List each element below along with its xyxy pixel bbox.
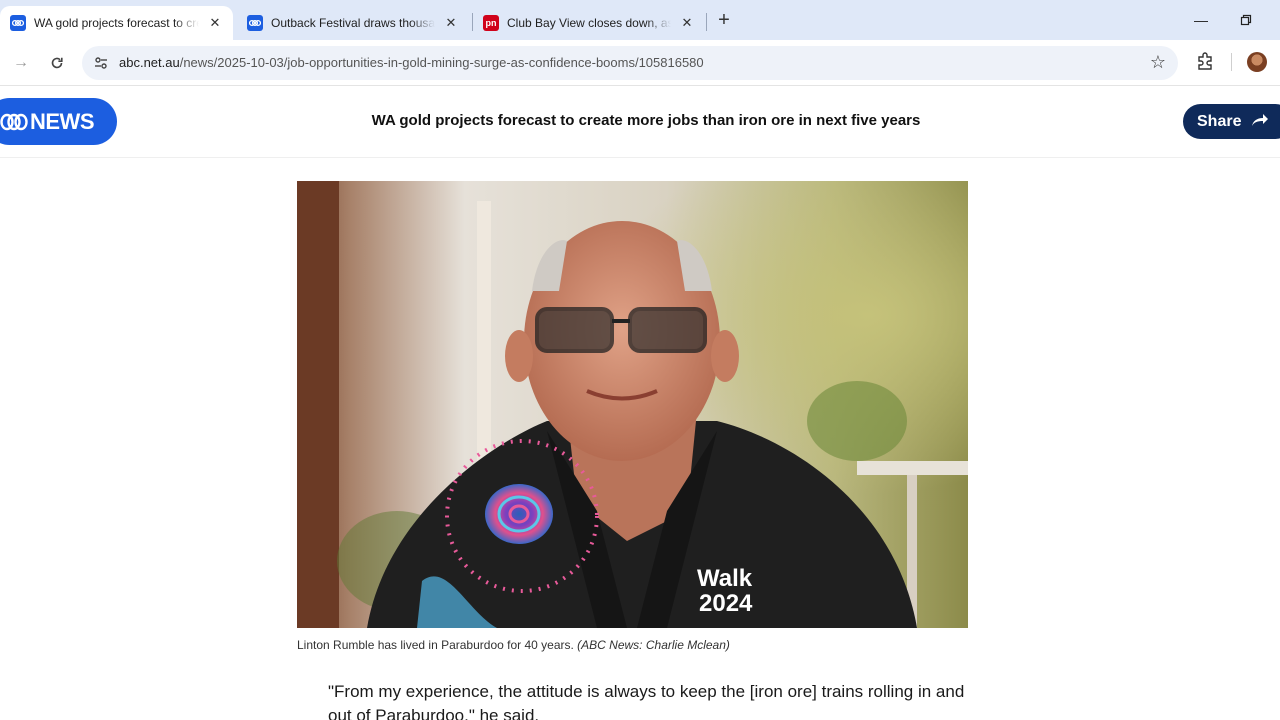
close-tab-icon[interactable]: ✕: [207, 15, 223, 31]
restore-icon[interactable]: [1234, 8, 1258, 32]
url-text[interactable]: abc.net.au/news/2025-10-03/job-opportuni…: [119, 55, 704, 70]
photo-credit: (ABC News: Charlie Mclean): [577, 638, 730, 652]
close-tab-icon[interactable]: ✕: [679, 15, 695, 31]
abc-icon: [247, 15, 263, 31]
share-button[interactable]: Share: [1183, 104, 1280, 139]
forward-icon[interactable]: →: [9, 51, 33, 75]
site-settings-icon[interactable]: [92, 54, 110, 72]
pn-icon: pn: [483, 15, 499, 31]
tab-strip: WA gold projects forecast to create more…: [0, 0, 1280, 40]
tab-outback-festival[interactable]: Outback Festival draws thousands ✕: [237, 6, 469, 40]
share-arrow-icon: [1251, 111, 1269, 132]
reload-icon[interactable]: [45, 51, 69, 75]
toolbar-divider: [1231, 53, 1232, 71]
shirt-text-year: 2024: [699, 590, 753, 617]
new-tab-icon[interactable]: +: [713, 9, 735, 31]
bookmark-star-icon[interactable]: ☆: [1150, 52, 1166, 73]
article-paragraph: "From my experience, the attitude is alw…: [328, 682, 965, 720]
profile-avatar[interactable]: [1247, 52, 1267, 72]
tab-title: Club Bay View closes down, as: [507, 16, 671, 30]
page-title: WA gold projects forecast to create more…: [371, 112, 921, 129]
tab-club-bay-view[interactable]: pn Club Bay View closes down, as ✕: [473, 6, 705, 40]
url-path: /news/2025-10-03/job-opportunities-in-go…: [179, 55, 704, 70]
site-header: NEWS WA gold projects forecast to create…: [0, 86, 1280, 158]
minimize-icon[interactable]: —: [1189, 8, 1213, 32]
share-label: Share: [1197, 112, 1242, 130]
tab-divider: [706, 13, 707, 31]
close-tab-icon[interactable]: ✕: [443, 15, 459, 31]
url-domain: abc.net.au: [119, 55, 180, 70]
extensions-icon[interactable]: [1195, 51, 1215, 71]
tab-title: WA gold projects forecast to create more…: [34, 16, 199, 30]
article-photo: Walk 2024: [297, 181, 968, 628]
photo-caption: Linton Rumble has lived in Paraburdoo fo…: [297, 638, 730, 652]
tab-abc-gold[interactable]: WA gold projects forecast to create more…: [0, 6, 233, 40]
abc-icon: [10, 15, 26, 31]
browser-toolbar: → abc.net.au/news/2025-10-03/job-opportu…: [0, 40, 1280, 86]
tab-title: Outback Festival draws thousands: [271, 16, 435, 30]
shirt-text-walk: Walk: [697, 565, 753, 592]
portrait-image: Walk 2024: [297, 181, 968, 628]
address-bar[interactable]: abc.net.au/news/2025-10-03/job-opportuni…: [82, 46, 1178, 80]
caption-text: Linton Rumble has lived in Paraburdoo fo…: [297, 638, 574, 652]
